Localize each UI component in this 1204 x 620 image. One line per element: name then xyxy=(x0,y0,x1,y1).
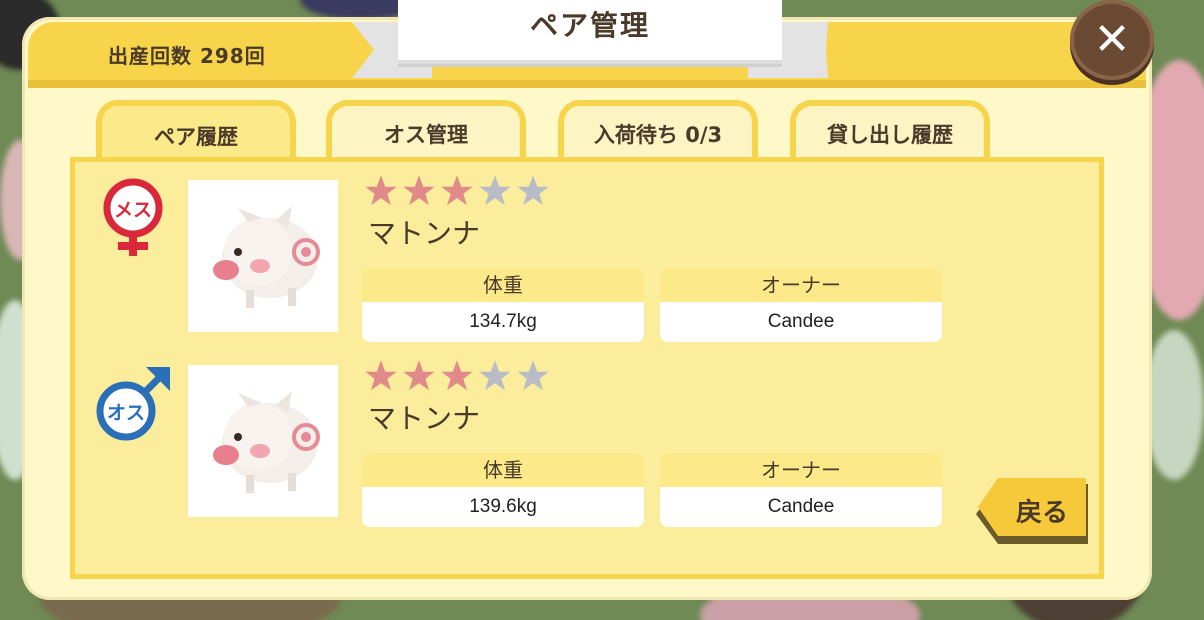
male-symbol-icon: オス xyxy=(96,367,170,441)
svg-text:メス: メス xyxy=(114,199,152,221)
star-filled-icon xyxy=(365,360,397,391)
back-button-label: 戻る xyxy=(1015,498,1068,528)
owner-value: Candee xyxy=(767,496,835,517)
dialog-title: ペア管理 xyxy=(529,9,650,42)
pig-icon xyxy=(213,391,320,493)
female-symbol-icon: メス xyxy=(103,178,163,256)
close-button[interactable]: ✕ xyxy=(1070,0,1154,80)
weight-header: 体重 xyxy=(362,453,644,487)
pig-name: マトンナ xyxy=(368,402,481,435)
close-x-icon: ✕ xyxy=(1093,14,1131,65)
owner-header: オーナー xyxy=(660,453,942,487)
star-filled-icon xyxy=(403,360,435,391)
star-empty-icon xyxy=(479,175,511,206)
star-filled-icon xyxy=(365,175,397,206)
star-empty-icon xyxy=(517,360,549,391)
rating-stars xyxy=(364,359,554,393)
star-empty-icon xyxy=(517,175,549,206)
owner-box: オーナー Candee xyxy=(660,268,942,342)
tab-arrival-waiting[interactable]: 入荷待ち 0/3 xyxy=(558,100,758,162)
tab-male-management[interactable]: オス管理 xyxy=(326,100,526,162)
pig-image xyxy=(188,180,338,332)
pair-entry-female: メス マトンナ 体重 134.7kg オーナー Candee xyxy=(0,170,1204,350)
pig-name: マトンナ xyxy=(368,217,481,250)
pig-image xyxy=(188,365,338,517)
star-filled-icon xyxy=(403,175,435,206)
weight-header: 体重 xyxy=(362,268,644,302)
weight-value: 134.7kg xyxy=(469,311,537,332)
pig-icon xyxy=(213,206,320,308)
weight-box: 体重 139.6kg xyxy=(362,453,644,527)
owner-box: オーナー Candee xyxy=(660,453,942,527)
owner-header: オーナー xyxy=(660,268,942,302)
owner-value: Candee xyxy=(767,311,835,332)
weight-value: 139.6kg xyxy=(469,496,537,517)
rating-stars xyxy=(364,174,554,208)
birth-count-label: 出産回数 298回 xyxy=(108,44,266,68)
tab-lending-history[interactable]: 貸し出し履歴 xyxy=(790,100,990,162)
back-button[interactable]: 戻る xyxy=(976,478,1088,544)
star-filled-icon xyxy=(441,175,473,206)
svg-text:オス: オス xyxy=(107,402,145,424)
weight-box: 体重 134.7kg xyxy=(362,268,644,342)
star-empty-icon xyxy=(479,360,511,391)
star-filled-icon xyxy=(441,360,473,391)
